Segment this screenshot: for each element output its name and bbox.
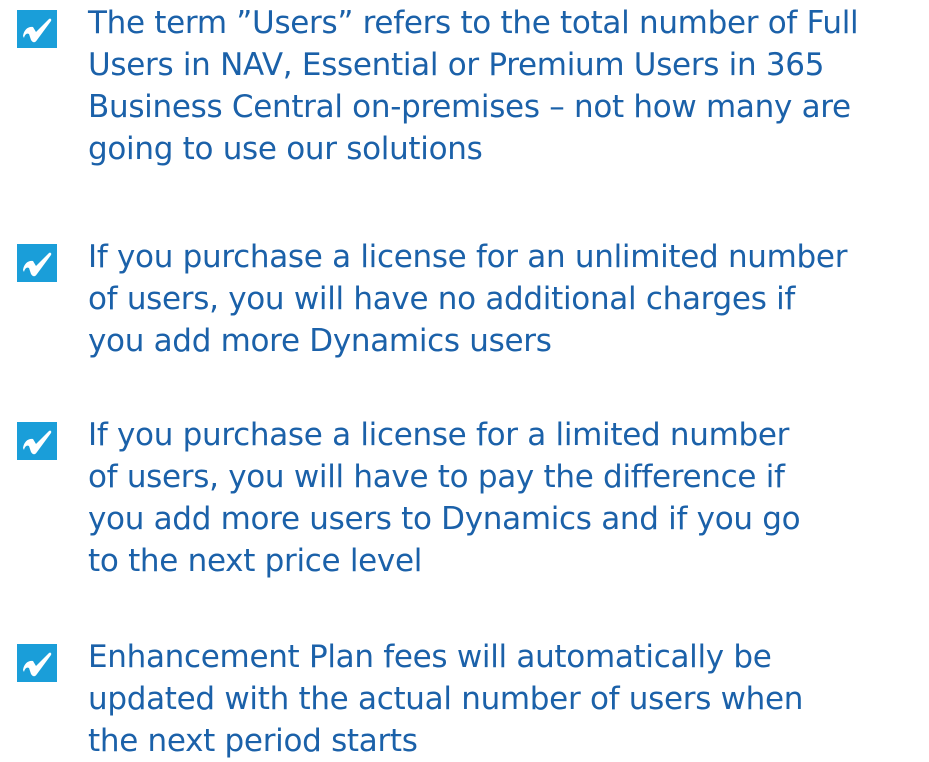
list-item-text: Enhancement Plan fees will automatically… xyxy=(88,639,804,759)
bullet-list: The term ”Users” refers to the total num… xyxy=(0,0,929,759)
list-item-text: If you purchase a license for a limited … xyxy=(88,417,801,579)
checkbox-check-icon xyxy=(17,644,57,682)
list-item-text: If you purchase a license for an unlimit… xyxy=(88,239,848,359)
list-item-text: The term ”Users” refers to the total num… xyxy=(88,5,859,167)
checkbox-check-icon xyxy=(17,422,57,460)
checkbox-check-icon xyxy=(17,244,57,282)
checkbox-check-icon xyxy=(17,10,57,48)
